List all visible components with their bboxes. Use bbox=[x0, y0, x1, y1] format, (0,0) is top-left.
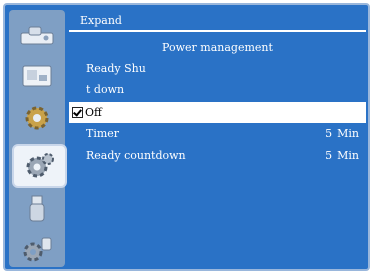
menu-item-ready-countdown[interactable]: Ready countdown 5 Min bbox=[69, 145, 366, 166]
ready-countdown-number: 5 bbox=[325, 149, 333, 162]
menu-item-label: Off bbox=[85, 106, 102, 119]
menu-content: Expand Power management Ready Shu t down… bbox=[69, 10, 366, 267]
menu-item-label: Ready countdown bbox=[86, 149, 186, 162]
timer-unit: Min bbox=[337, 127, 359, 140]
ready-countdown-unit: Min bbox=[337, 149, 359, 162]
menu-item-timer[interactable]: Timer 5 Min bbox=[69, 123, 366, 144]
menu-item-label: t down bbox=[86, 83, 125, 96]
section-title: Power management bbox=[162, 41, 273, 54]
menu-item-label: Timer bbox=[86, 127, 120, 140]
sidebar-item-usb[interactable] bbox=[15, 192, 59, 226]
timer-number: 5 bbox=[325, 127, 333, 140]
page-title: Expand bbox=[69, 10, 366, 32]
checkbox-checked-icon[interactable] bbox=[72, 107, 83, 118]
menu-item-label: Ready Shu bbox=[86, 62, 146, 75]
input-icon bbox=[20, 26, 54, 45]
menu-item-ready-shutdown[interactable]: Ready Shu bbox=[69, 58, 366, 79]
sidebar bbox=[9, 10, 67, 267]
ready-countdown-value: 5 Min bbox=[325, 145, 359, 166]
settings-icon bbox=[25, 106, 49, 130]
sidebar-item-network[interactable] bbox=[15, 231, 59, 265]
picture-icon bbox=[22, 65, 52, 87]
timer-value: 5 Min bbox=[325, 123, 359, 144]
sidebar-item-input[interactable] bbox=[15, 18, 59, 52]
sidebar-item-expand[interactable] bbox=[12, 144, 67, 188]
network-icon bbox=[23, 237, 52, 262]
sidebar-item-settings[interactable] bbox=[15, 101, 59, 135]
menu-item-off[interactable]: Off bbox=[69, 102, 366, 123]
expand-settings-icon bbox=[26, 153, 54, 178]
sidebar-item-picture[interactable] bbox=[15, 59, 59, 93]
menu-item-t-down[interactable]: t down bbox=[69, 79, 366, 100]
usb-icon bbox=[29, 195, 45, 222]
